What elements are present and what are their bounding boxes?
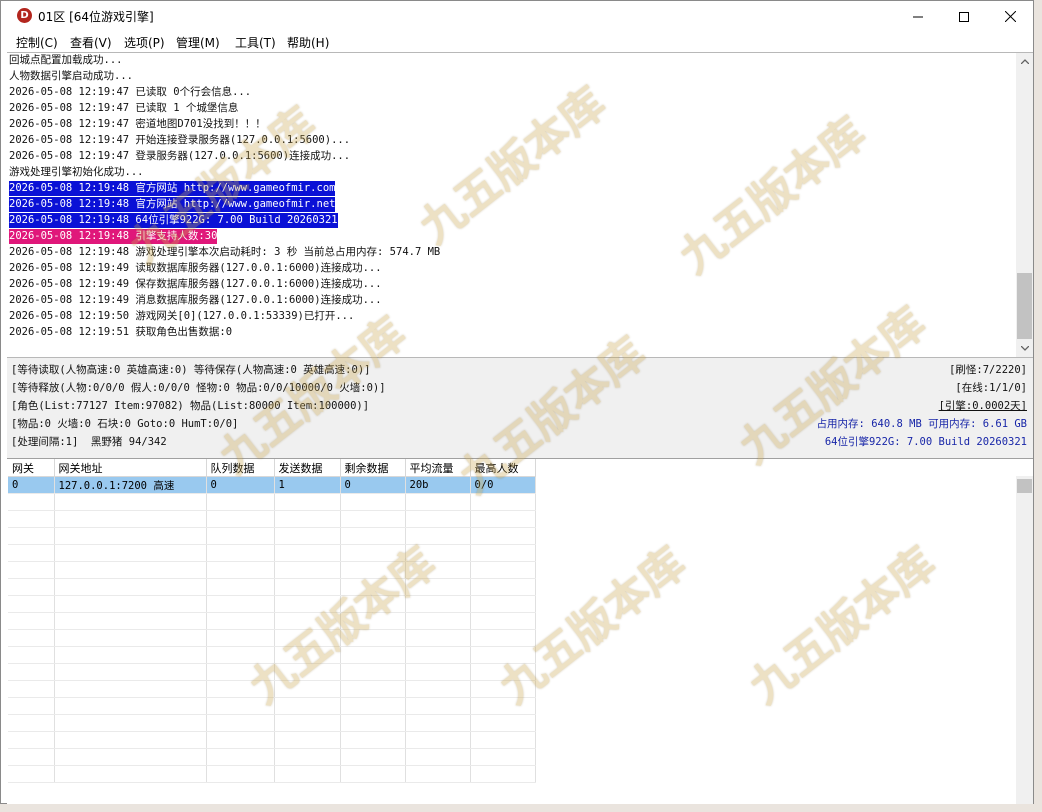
log-line: 回城点配置加载成功... [9, 54, 123, 66]
log-line-highlighted: 2026-05-08 12:19:48 官方网站 http://www.game… [9, 197, 336, 212]
status-memory: 占用内存: 640.8 MB 可用内存: 6.61 GB [816, 418, 1027, 430]
log-line-highlighted: 2026-05-08 12:19:48 64位引擎922G: 7.00 Buil… [9, 213, 338, 228]
chevron-up-icon [1020, 59, 1029, 64]
log-line: 2026-05-08 12:19:50 游戏网关[0](127.0.0.1:53… [9, 310, 355, 322]
table-cell: 1 [274, 476, 341, 494]
status-wait-release: [等待释放(人物:0/0/0 假人:0/0/0 怪物:0 物品:0/0/1000… [11, 382, 386, 394]
table-row-empty [8, 527, 536, 545]
table-row-empty [8, 697, 536, 715]
table-row-empty [8, 629, 536, 647]
menu-options[interactable]: 选项(P) [124, 34, 165, 51]
column-header[interactable]: 剩余数据 [340, 459, 406, 477]
table-row-empty [8, 510, 536, 528]
table-row-empty [8, 748, 536, 766]
log-scrollbar[interactable] [1016, 53, 1033, 357]
table-cell: 0 [206, 476, 275, 494]
minimize-icon [913, 16, 923, 17]
status-wait-read: [等待读取(人物高速:0 英雄高速:0) 等待保存(人物高速:0 英雄高速:0)… [11, 364, 371, 376]
log-line: 2026-05-08 12:19:47 密道地图D701没找到！！！ [9, 118, 266, 130]
status-panel: [等待读取(人物高速:0 英雄高速:0) 等待保存(人物高速:0 英雄高速:0)… [7, 358, 1033, 459]
app-logo-icon: D [17, 8, 32, 23]
log-line: 2026-05-08 12:19:47 已读取 1 个城堡信息 [9, 102, 239, 114]
chevron-down-icon [1020, 346, 1029, 351]
gateway-header-row: 网关 网关地址 队列数据 发送数据 剩余数据 平均流量 最高人数 [8, 459, 536, 477]
scroll-down-button[interactable] [1016, 340, 1033, 357]
maximize-icon [959, 11, 969, 22]
table-cell: 127.0.0.1:7200 高速 [54, 476, 207, 494]
status-engine-uptime[interactable]: [引擎:0.0002天] [939, 397, 1027, 415]
table-row-empty [8, 493, 536, 511]
status-items: [物品:0 火墙:0 石块:0 Goto:0 HumT:0/0] [11, 418, 239, 430]
column-header[interactable]: 队列数据 [206, 459, 275, 477]
log-line: 人物数据引擎启动成功... [9, 70, 133, 82]
status-refresh: [刷怪:7/2220] [949, 364, 1027, 376]
table-row-empty [8, 646, 536, 664]
title-bar: D 01区 [64位游戏引擎] [1, 1, 1033, 32]
minimize-button[interactable] [895, 1, 941, 32]
table-row-empty [8, 561, 536, 579]
log-line: 2026-05-08 12:19:49 消息数据库服务器(127.0.0.1:6… [9, 294, 382, 306]
table-row-empty [8, 544, 536, 562]
table-row[interactable]: 0 127.0.0.1:7200 高速 0 1 0 20b 0/0 [8, 476, 536, 494]
menu-help[interactable]: 帮助(H) [287, 34, 329, 51]
table-row-empty [8, 765, 536, 783]
status-interval: [处理间隔:1] 黑野猪 94/342 [11, 436, 167, 448]
log-line: 2026-05-08 12:19:51 获取角色出售数据:0 [9, 326, 233, 338]
log-line: 2026-05-08 12:19:47 登录服务器(127.0.0.1:5600… [9, 150, 351, 162]
gateway-scrollbar[interactable] [1016, 476, 1033, 804]
table-cell: 0 [8, 476, 55, 494]
table-row-empty [8, 680, 536, 698]
window-title: 01区 [64位游戏引擎] [38, 10, 154, 24]
gateway-table: 网关 网关地址 队列数据 发送数据 剩余数据 平均流量 最高人数 0 127.0… [8, 459, 536, 783]
gateway-scroll-thumb[interactable] [1017, 479, 1032, 493]
column-header[interactable]: 网关 [8, 459, 55, 477]
table-row-empty [8, 663, 536, 681]
log-line: 2026-05-08 12:19:48 游戏处理引擎本次启动耗时: 3 秒 当前… [9, 246, 441, 258]
maximize-button[interactable] [941, 1, 987, 32]
log-scroll-thumb[interactable] [1017, 273, 1032, 339]
menu-bar: 控制(C) 查看(V) 选项(P) 管理(M) 工具(T) 帮助(H) [1, 32, 1033, 52]
log-line: 2026-05-08 12:19:49 保存数据库服务器(127.0.0.1:6… [9, 278, 382, 290]
table-cell: 0/0 [470, 476, 536, 494]
gateway-list[interactable]: 网关 网关地址 队列数据 发送数据 剩余数据 平均流量 最高人数 0 127.0… [7, 459, 1033, 804]
status-build: 64位引擎922G: 7.00 Build 20260321 [824, 436, 1027, 448]
log-panel[interactable]: 回城点配置加载成功... 人物数据引擎启动成功... 2026-05-08 12… [7, 52, 1033, 358]
log-line: 2026-05-08 12:19:47 开始连接登录服务器(127.0.0.1:… [9, 134, 351, 146]
status-role-list: [角色(List:77127 Item:97082) 物品(List:80000… [11, 400, 370, 412]
log-line-highlighted: 2026-05-08 12:19:48 官方网站 http://www.game… [9, 181, 336, 196]
menu-view[interactable]: 查看(V) [70, 34, 112, 51]
close-icon [1004, 11, 1016, 22]
column-header[interactable]: 最高人数 [470, 459, 536, 477]
close-button[interactable] [987, 1, 1033, 32]
column-header[interactable]: 平均流量 [405, 459, 471, 477]
column-header[interactable]: 发送数据 [274, 459, 341, 477]
table-row-empty [8, 714, 536, 732]
table-row-empty [8, 578, 536, 596]
menu-tools[interactable]: 工具(T) [235, 34, 276, 51]
log-line: 2026-05-08 12:19:49 读取数据库服务器(127.0.0.1:6… [9, 262, 382, 274]
log-line-highlighted: 2026-05-08 12:19:48 引擎支持人数:30 [9, 229, 218, 244]
status-online: [在线:1/1/0] [955, 382, 1027, 394]
menu-control[interactable]: 控制(C) [16, 34, 58, 51]
table-row-empty [8, 595, 536, 613]
scroll-up-button[interactable] [1016, 53, 1033, 70]
column-header[interactable]: 网关地址 [54, 459, 207, 477]
table-cell: 20b [405, 476, 471, 494]
table-cell: 0 [340, 476, 406, 494]
log-line: 2026-05-08 12:19:47 已读取 0个行会信息... [9, 86, 252, 98]
log-line: 游戏处理引擎初始化成功... [9, 166, 144, 178]
menu-manage[interactable]: 管理(M) [176, 34, 220, 51]
table-row-empty [8, 612, 536, 630]
table-row-empty [8, 731, 536, 749]
